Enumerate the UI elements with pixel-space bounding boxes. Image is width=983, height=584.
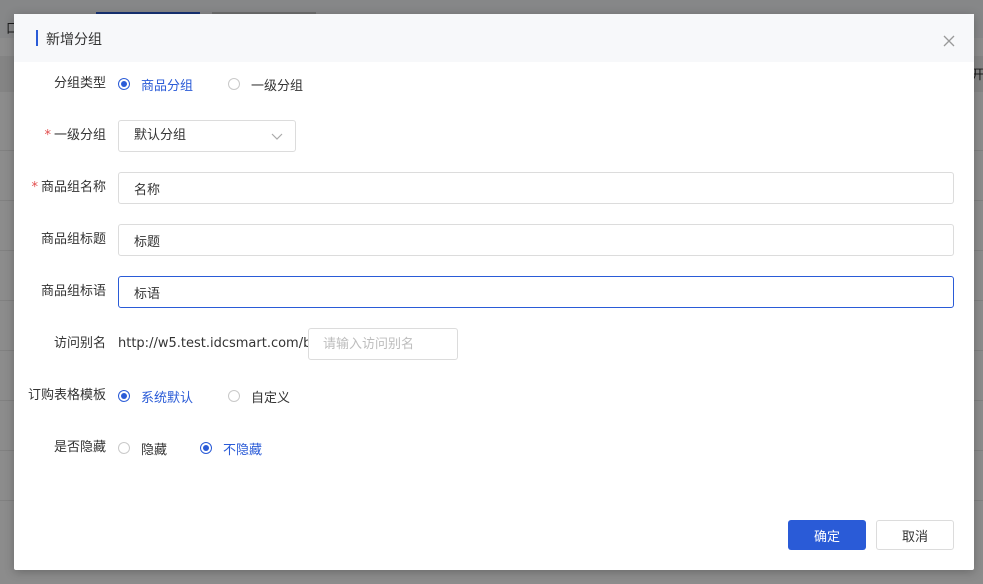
product-group-slogan-row: 商品组标语 bbox=[14, 276, 974, 308]
radio-label: 系统默认 bbox=[141, 390, 194, 406]
hidden-row: 是否隐藏 隐藏 不隐藏 bbox=[14, 432, 974, 464]
product-group-name-label: * 商品组名称 bbox=[31, 172, 106, 204]
add-group-dialog: 新增分组 分组类型 商品分组 一级分组 *一级分组 默认分组 *商品组名称 bbox=[14, 14, 974, 570]
label-text: 商品组名称 bbox=[40, 180, 106, 195]
group-type-label: 分组类型 bbox=[53, 76, 106, 91]
radio-unchecked-icon bbox=[228, 78, 240, 90]
radio-system-default[interactable]: 系统默认 bbox=[118, 380, 193, 412]
radio-unchecked-icon bbox=[228, 390, 240, 402]
chevron-down-icon bbox=[271, 133, 283, 140]
dialog-header: 新增分组 bbox=[14, 14, 974, 62]
radio-checked-icon bbox=[118, 390, 130, 402]
cancel-button[interactable]: 取消 bbox=[876, 520, 954, 550]
required-mark: * bbox=[44, 128, 51, 143]
radio-product-group[interactable]: 商品分组 bbox=[118, 68, 193, 100]
product-group-slogan-label: 商品组标语 bbox=[40, 284, 106, 299]
group-type-row: 分组类型 商品分组 一级分组 bbox=[14, 68, 974, 100]
first-level-group-label: * 一级分组 bbox=[44, 120, 106, 152]
radio-not-hide[interactable]: 不隐藏 bbox=[200, 432, 262, 464]
select-value: 默认分组 bbox=[134, 128, 187, 143]
radio-first-level-group[interactable]: 一级分组 bbox=[228, 68, 303, 100]
product-group-slogan-input[interactable] bbox=[118, 276, 954, 308]
close-icon[interactable] bbox=[942, 34, 956, 48]
product-group-title-row: 商品组标题 bbox=[14, 224, 974, 256]
access-alias-row: 访问别名 http://w5.test.idcsmart.com/buy/ bbox=[14, 328, 974, 360]
dialog-title: 新增分组 bbox=[46, 32, 102, 48]
radio-label: 一级分组 bbox=[251, 78, 304, 94]
product-group-title-label: 商品组标题 bbox=[40, 232, 106, 247]
access-alias-label: 访问别名 bbox=[53, 336, 106, 351]
radio-checked-icon bbox=[118, 78, 130, 90]
product-group-name-row: * 商品组名称 bbox=[14, 172, 974, 204]
product-group-name-input[interactable] bbox=[118, 172, 954, 204]
access-alias-input[interactable] bbox=[308, 328, 458, 360]
required-mark: * bbox=[31, 180, 38, 195]
order-template-row: 订购表格模板 系统默认 自定义 bbox=[14, 380, 974, 412]
radio-unchecked-icon bbox=[118, 442, 130, 454]
first-level-group-select[interactable]: 默认分组 bbox=[118, 120, 296, 152]
radio-checked-icon bbox=[200, 442, 212, 454]
first-level-group-row: * 一级分组 默认分组 bbox=[14, 120, 974, 152]
radio-label: 不隐藏 bbox=[223, 442, 263, 458]
alias-url-prefix: http://w5.test.idcsmart.com/buy/ bbox=[118, 336, 332, 351]
product-group-title-input[interactable] bbox=[118, 224, 954, 256]
radio-custom[interactable]: 自定义 bbox=[228, 380, 290, 412]
title-accent-bar bbox=[36, 30, 38, 46]
radio-label: 商品分组 bbox=[141, 78, 194, 94]
order-template-label: 订购表格模板 bbox=[27, 388, 106, 403]
hidden-label: 是否隐藏 bbox=[53, 440, 106, 455]
confirm-button[interactable]: 确定 bbox=[788, 520, 866, 550]
radio-label: 自定义 bbox=[251, 390, 291, 406]
radio-label: 隐藏 bbox=[141, 442, 168, 458]
radio-hide[interactable]: 隐藏 bbox=[118, 432, 167, 464]
label-text: 一级分组 bbox=[53, 128, 106, 143]
